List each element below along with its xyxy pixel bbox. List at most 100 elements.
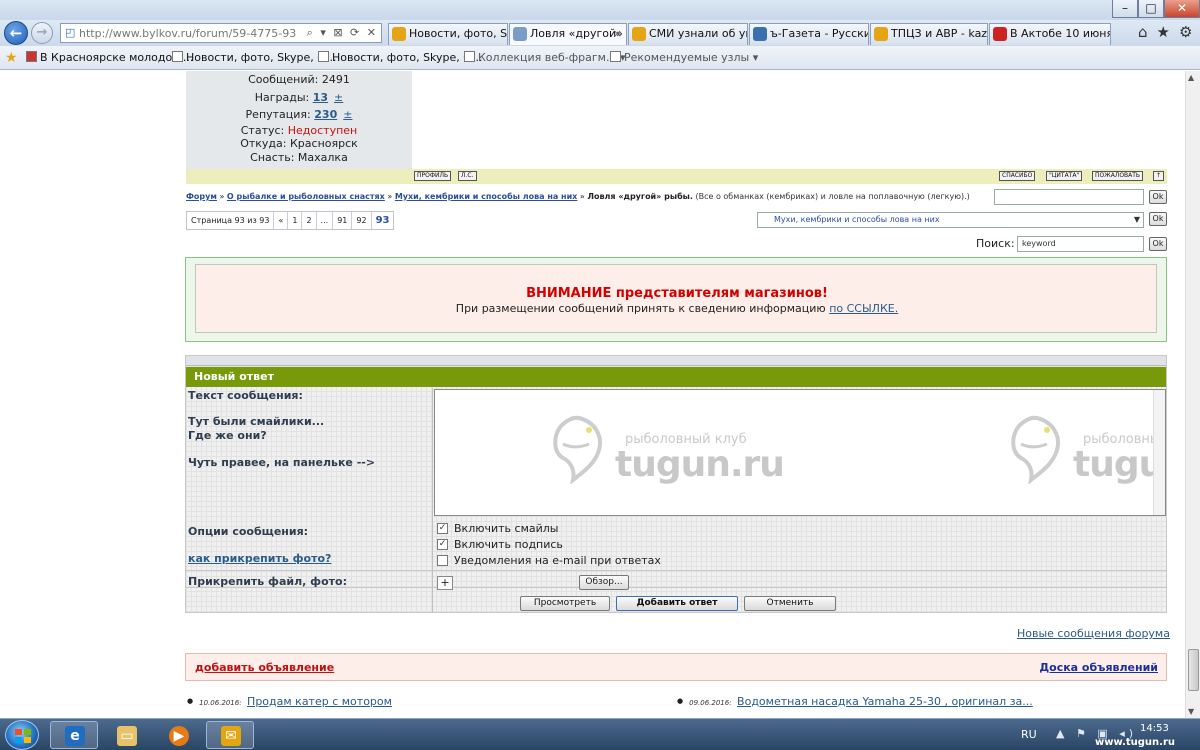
new-posts-link[interactable]: Новые сообщения форума	[1017, 627, 1170, 640]
preview-button[interactable]: Просмотреть	[520, 596, 610, 611]
tab-aktobe[interactable]: В Актобе 10 июня т...	[989, 23, 1111, 45]
tab-tpcz[interactable]: ТПЦЗ и АВР - kazar7...	[870, 23, 988, 45]
favorite-item[interactable]: В Красноярске молодой ...	[26, 51, 193, 64]
tab-current[interactable]: Ловля «другой» ... ×	[509, 23, 627, 45]
breadcrumb-section-link[interactable]: О рыбалке и рыболовных снастях	[227, 192, 385, 201]
thanks-button[interactable]: СПАСИБО	[999, 171, 1036, 181]
add-attachment-button[interactable]: +	[437, 576, 453, 590]
page-icon	[318, 51, 329, 62]
favorites-star-icon[interactable]: ★	[1157, 23, 1179, 41]
textarea-scrollbar[interactable]	[1153, 390, 1165, 515]
scroll-up-icon[interactable]: ▲	[1188, 73, 1194, 82]
minimize-button[interactable]: –	[1112, 0, 1138, 18]
page-link[interactable]: 1	[288, 212, 303, 229]
tab-close-icon[interactable]: ×	[613, 24, 622, 44]
maximize-button[interactable]: □	[1138, 0, 1164, 18]
listing-link[interactable]: Водометная насадка Yamaha 25-30 , оригин…	[737, 695, 1033, 708]
bullet-icon: ●	[187, 697, 194, 705]
page-link[interactable]: 2	[302, 212, 317, 229]
taskbar-media-player[interactable]: ▶	[154, 721, 202, 749]
reply-form: Новый ответ Текст сообщения: Тут были см…	[185, 355, 1167, 613]
fish-logo-icon	[1011, 415, 1060, 484]
post-actions-bar: ПРОФИЛЬ Л.С. СПАСИБО "ЦИТАТА" ПОЖАЛОВАТЬ…	[186, 169, 1167, 184]
message-textarea[interactable]: рыболовный клуб tugun.ru рыболовный клуб…	[434, 389, 1166, 516]
taskbar-ie[interactable]: e	[50, 721, 98, 749]
signature-checkbox[interactable]: ✓	[437, 539, 448, 550]
page-icon: ◰	[65, 26, 76, 39]
windows-logo-icon	[15, 729, 31, 743]
address-text: http://www.bylkov.ru/forum/59-4775-93	[79, 27, 297, 40]
list-item: ● 10.06.2016: Продам катер с мотором	[187, 695, 392, 708]
smiles-checkbox[interactable]: ✓	[437, 523, 448, 534]
scroll-down-icon[interactable]: ▼	[1188, 707, 1194, 716]
notice-inner: ВНИМАНИЕ представителям магазинов! При р…	[195, 264, 1157, 333]
tab-smi[interactable]: СМИ узнали об уго...	[628, 23, 748, 45]
favorite-item[interactable]: Новости, фото, Skype, О...	[318, 51, 482, 64]
taskbar-explorer[interactable]: ▭	[102, 721, 150, 749]
listing-link[interactable]: Продам катер с мотором	[247, 695, 392, 708]
file-path-field[interactable]	[457, 576, 577, 590]
email-notify-checkbox[interactable]	[437, 555, 448, 566]
award-plusminus-link[interactable]: ±	[334, 91, 343, 104]
tab-gazeta[interactable]: ъ-Газета - Русские ...	[749, 23, 869, 45]
page-link[interactable]: 91	[333, 212, 353, 229]
scroll-thumb[interactable]	[1188, 649, 1199, 691]
status-value: Недоступен	[287, 124, 358, 137]
reputation-plusminus-link[interactable]: ±	[343, 108, 352, 121]
close-window-button[interactable]: ✕	[1164, 0, 1200, 18]
ok-button[interactable]: Ok	[1149, 190, 1167, 204]
home-icon[interactable]: ⌂	[1138, 23, 1157, 41]
favorite-item[interactable]: Новости, фото, Skype, О...	[172, 51, 336, 64]
forum-go-button[interactable]: Ok	[1149, 212, 1167, 226]
address-bar[interactable]: ◰ http://www.bylkov.ru/forum/59-4775-93 …	[60, 23, 382, 43]
favorite-item[interactable]: Рекомендуемые узлы ▾	[610, 51, 758, 64]
language-indicator[interactable]: RU	[1021, 728, 1037, 741]
ad-board-link[interactable]: Доска объявлений	[1039, 661, 1158, 674]
taskbar: e ▭ ▶ ✉ RU ▲ ⚑ ▣ ◂) 14:53 www.tugun.ru	[0, 718, 1200, 750]
clock[interactable]: 14:53	[1140, 723, 1169, 734]
notice-text-body: При размещении сообщений принять к сведе…	[455, 302, 830, 315]
breadcrumb-separator: »	[216, 192, 227, 201]
forward-button[interactable]: →	[31, 22, 53, 44]
breadcrumb-forum-link[interactable]: Форум	[186, 192, 217, 201]
cancel-button[interactable]: Отменить	[744, 596, 836, 611]
breadcrumb-subsection-link[interactable]: Мухи, кембрики и способы лова на них	[395, 192, 578, 201]
page-content: Сообщений: 2491 Награды: 13 ± Репутация: …	[0, 71, 1200, 718]
browse-button[interactable]: Обзор...	[579, 575, 629, 590]
awards-link[interactable]: 13	[313, 91, 328, 104]
gear-icon[interactable]: ⚙	[1179, 23, 1200, 41]
complain-button[interactable]: ПОЖАЛОВАТЬ	[1092, 171, 1144, 181]
search-button[interactable]: Ok	[1149, 237, 1167, 251]
reputation-link[interactable]: 230	[314, 108, 337, 121]
back-button[interactable]: ←	[4, 21, 28, 45]
page-scrollbar[interactable]: ▲ ▼	[1185, 71, 1200, 718]
taskbar-app[interactable]: ✉	[206, 721, 254, 749]
post-body	[412, 71, 1167, 169]
page-link[interactable]: 92	[352, 212, 372, 229]
tab-news[interactable]: Новости, фото, Sky...	[388, 23, 508, 45]
search-input[interactable]: keyword	[1017, 236, 1144, 252]
web-slice-icon	[464, 51, 475, 62]
ie-page-icon	[392, 27, 406, 41]
page-prev-link[interactable]: «	[274, 212, 289, 229]
smiles-note: Тут были смайлики...	[188, 415, 325, 428]
profile-button[interactable]: ПРОФИЛЬ	[414, 171, 452, 181]
favorite-item[interactable]: Коллекция веб-фрагм... ▾	[464, 51, 625, 64]
quote-button[interactable]: "ЦИТАТА"	[1046, 171, 1083, 181]
attach-photo-help-link[interactable]: как прикрепить фото?	[188, 552, 331, 565]
notice-text: При размещении сообщений принять к сведе…	[196, 302, 1158, 315]
form-column-divider	[432, 388, 433, 612]
pm-button[interactable]: Л.С.	[458, 171, 477, 181]
start-button[interactable]	[5, 720, 39, 750]
quick-input[interactable]	[994, 189, 1144, 205]
submit-reply-button[interactable]: Добавить ответ	[616, 596, 738, 611]
add-ad-link[interactable]: добавить объявление	[195, 661, 334, 674]
favorites-icon[interactable]: ★	[5, 50, 18, 66]
scroll-top-button[interactable]: ↑	[1153, 171, 1165, 181]
awards: Награды: 13 ±	[186, 91, 412, 104]
favorite-label: Коллекция веб-фрагм... ▾	[478, 51, 626, 64]
address-actions-icon[interactable]: ⌕ ▾ ⊠ ⟳ ✕	[307, 26, 378, 40]
forum-jump-select[interactable]: Мухи, кембрики и способы лова на них ▼	[757, 212, 1144, 228]
notice-link[interactable]: по ССЫЛКЕ.	[829, 302, 898, 315]
notice-title: ВНИМАНИЕ представителям магазинов!	[526, 286, 828, 301]
